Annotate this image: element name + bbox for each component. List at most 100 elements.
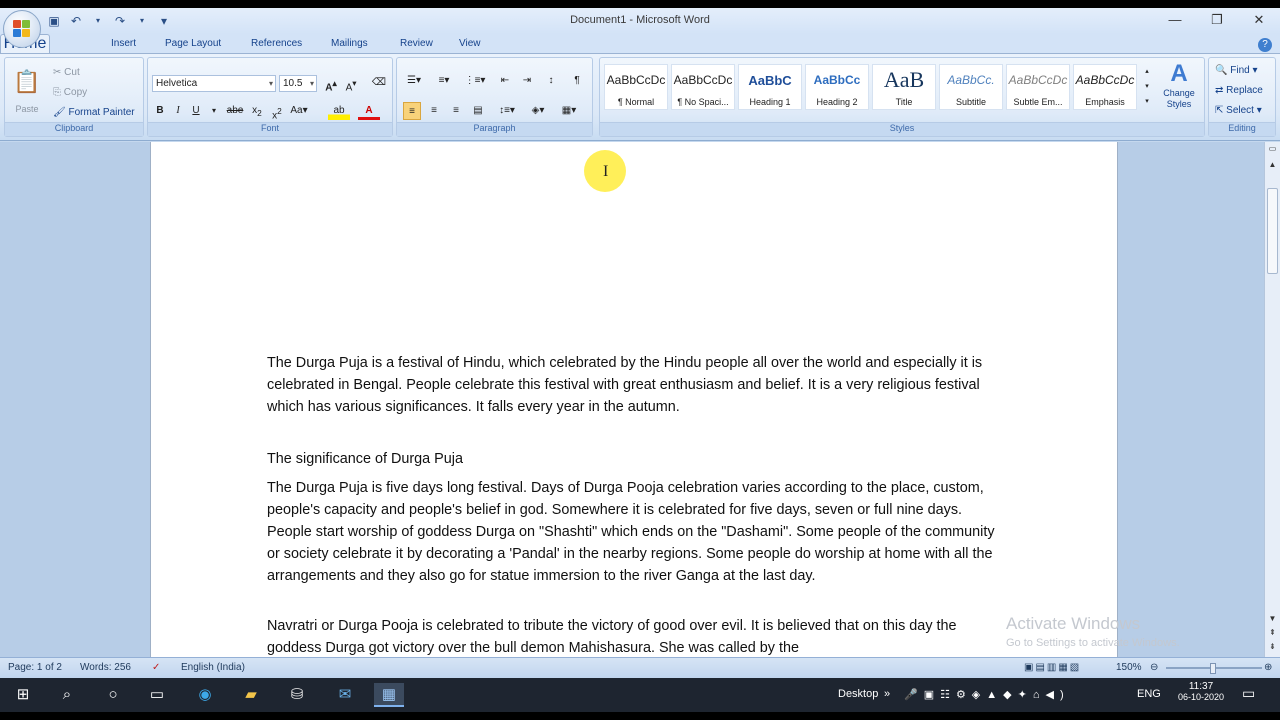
clear-formatting-icon[interactable]: ⌫ (370, 74, 388, 92)
cut-button[interactable]: ✂ Cut (53, 64, 80, 82)
office-logo-icon (13, 20, 31, 38)
format-painter-button[interactable]: 🖌 Format Painter (53, 104, 135, 122)
copy-button[interactable]: ⎘ Copy (53, 84, 87, 102)
mail-icon[interactable]: ✉ (330, 683, 360, 707)
vertical-scrollbar[interactable]: ▭ ▲ ▼ ⇞ ⇟ (1264, 142, 1280, 658)
edge-icon[interactable]: ◉ (190, 683, 220, 707)
zoom-in-icon[interactable]: ⊕ (1264, 662, 1272, 673)
file-explorer-icon[interactable]: ▰ (236, 683, 266, 707)
task-view-icon[interactable]: ▭ (142, 683, 172, 707)
style-no-spacing[interactable]: AaBbCcDc ¶ No Spaci... (671, 64, 735, 110)
tab-references[interactable]: References (251, 38, 302, 49)
input-language[interactable]: ENG (1137, 688, 1161, 700)
page-count[interactable]: Page: 1 of 2 (8, 662, 62, 673)
change-case-icon[interactable]: Aa▾ (288, 102, 310, 120)
search-icon[interactable]: ⌕ (52, 683, 82, 707)
previous-page-icon[interactable]: ⇞ (1265, 626, 1280, 640)
grow-font-icon[interactable]: A▴ (322, 74, 340, 93)
sort-icon[interactable]: ↕ (541, 72, 561, 90)
clock[interactable]: 11:37 06-10-2020 (1172, 681, 1230, 702)
editing-group: 🔍 Find ▾ ⇄ Replace ⇱ Select ▾ Editing (1208, 57, 1276, 137)
style-title[interactable]: AaB Title (872, 64, 936, 110)
decrease-indent-icon[interactable]: ⇤ (495, 72, 515, 90)
restore-button[interactable]: ❐ (1196, 8, 1238, 32)
language-indicator[interactable]: English (India) (181, 662, 245, 673)
align-right-icon[interactable]: ≡ (447, 102, 465, 120)
tab-review[interactable]: Review (400, 38, 433, 49)
zoom-out-icon[interactable]: ⊖ (1150, 662, 1158, 673)
scroll-up-icon[interactable]: ▲ (1265, 158, 1280, 172)
tab-page-layout[interactable]: Page Layout (165, 38, 221, 49)
numbering-icon[interactable]: ≡▾ (431, 72, 457, 90)
show-formatting-icon[interactable]: ¶ (567, 72, 587, 90)
tab-view[interactable]: View (459, 38, 481, 49)
store-icon[interactable]: ⛁ (282, 683, 312, 707)
font-size-select[interactable]: 10.5 (279, 75, 317, 92)
change-styles-button[interactable]: Change Styles (1154, 88, 1204, 112)
align-center-icon[interactable]: ≡ (425, 102, 443, 120)
find-button[interactable]: 🔍 Find ▾ (1215, 62, 1258, 80)
style-emphasis[interactable]: AaBbCcDc Emphasis (1073, 64, 1137, 110)
shrink-font-icon[interactable]: A▾ (342, 74, 360, 93)
change-styles-icon[interactable]: A (1156, 62, 1202, 86)
zoom-level[interactable]: 150% (1116, 662, 1142, 673)
replace-button[interactable]: ⇄ Replace (1215, 82, 1263, 100)
start-icon[interactable]: ⊞ (8, 683, 38, 707)
line-spacing-icon[interactable]: ↕≡▾ (493, 102, 521, 120)
word-taskbar-icon[interactable]: ▦ (374, 683, 404, 707)
cortana-icon[interactable]: ○ (98, 683, 128, 707)
italic-icon[interactable]: I (170, 102, 186, 120)
document-page[interactable]: I The Durga Puja is a festival of Hindu,… (150, 142, 1118, 658)
subscript-icon[interactable]: x2 (248, 102, 266, 120)
tray-icons[interactable]: 🎤▣☷⚙◈▲◆✦⌂◀) (904, 688, 1070, 701)
desktop-toolbar[interactable]: Desktop (838, 688, 878, 700)
scroll-down-icon[interactable]: ▼ (1265, 612, 1280, 626)
justify-icon[interactable]: ▤ (469, 102, 487, 120)
office-button[interactable] (3, 10, 41, 48)
style-subtle-emphasis[interactable]: AaBbCcDc Subtle Em... (1006, 64, 1070, 110)
styles-group: AaBbCcDc ¶ Normal AaBbCcDc ¶ No Spaci... A… (599, 57, 1205, 137)
paragraph-navratri[interactable]: Navratri or Durga Pooja is celebrated to… (267, 615, 1007, 658)
styles-scroll-icon[interactable]: ▴ ▾ ▾ (1142, 64, 1152, 110)
view-buttons[interactable]: ▣▤▥▦▧ (1024, 662, 1081, 673)
proofing-icon[interactable]: ✓ (152, 662, 160, 673)
shading-icon[interactable]: ◈▾ (525, 102, 551, 120)
window-title: Document1 - Microsoft Word (570, 14, 710, 26)
paste-icon[interactable]: 📋 (9, 64, 45, 100)
section-heading[interactable]: The significance of Durga Puja (267, 448, 1007, 470)
underline-dropdown-icon[interactable]: ▾ (206, 102, 222, 120)
paragraph-group: ☰▾ ≡▾ ⋮≡▾ ⇤ ⇥ ↕ ¶ ≡ ≡ ≡ ▤ ↕≡▾ ◈▾ ▦▾ Para… (396, 57, 593, 137)
borders-icon[interactable]: ▦▾ (555, 102, 583, 120)
style-normal[interactable]: AaBbCcDc ¶ Normal (604, 64, 668, 110)
underline-icon[interactable]: U (188, 102, 204, 120)
paragraph-intro[interactable]: The Durga Puja is a festival of Hindu, w… (267, 352, 1007, 418)
font-family-select[interactable]: Helvetica (152, 75, 276, 92)
paste-button[interactable]: Paste (7, 100, 47, 118)
superscript-icon[interactable]: x2 (268, 102, 286, 121)
tab-mailings[interactable]: Mailings (331, 38, 368, 49)
word-count[interactable]: Words: 256 (80, 662, 131, 673)
ruler-toggle-icon[interactable]: ▭ (1265, 142, 1280, 156)
next-page-icon[interactable]: ⇟ (1265, 640, 1280, 654)
style-subtitle[interactable]: AaBbCc. Subtitle (939, 64, 1003, 110)
style-heading-1[interactable]: AaBbC Heading 1 (738, 64, 802, 110)
increase-indent-icon[interactable]: ⇥ (517, 72, 537, 90)
highlight-color-icon[interactable]: ab (328, 102, 350, 120)
tab-insert[interactable]: Insert (111, 38, 136, 49)
close-button[interactable]: ✕ (1238, 8, 1280, 32)
align-left-icon[interactable]: ≡ (403, 102, 421, 120)
multilevel-list-icon[interactable]: ⋮≡▾ (461, 72, 489, 90)
font-color-icon[interactable]: A (358, 102, 380, 120)
help-icon[interactable]: ? (1258, 38, 1272, 52)
bullets-icon[interactable]: ☰▾ (401, 72, 427, 90)
zoom-slider-thumb[interactable] (1210, 663, 1216, 674)
minimize-button[interactable]: — (1154, 8, 1196, 32)
style-heading-2[interactable]: AaBbCc Heading 2 (805, 64, 869, 110)
scroll-thumb[interactable] (1267, 188, 1278, 274)
desktop-chevron-icon[interactable]: » (884, 688, 890, 700)
paragraph-significance[interactable]: The Durga Puja is five days long festiva… (267, 477, 1007, 587)
bold-icon[interactable]: B (152, 102, 168, 120)
notifications-icon[interactable]: ▭ (1242, 685, 1255, 702)
strikethrough-icon[interactable]: abe (224, 102, 246, 120)
select-button[interactable]: ⇱ Select ▾ (1215, 102, 1262, 120)
